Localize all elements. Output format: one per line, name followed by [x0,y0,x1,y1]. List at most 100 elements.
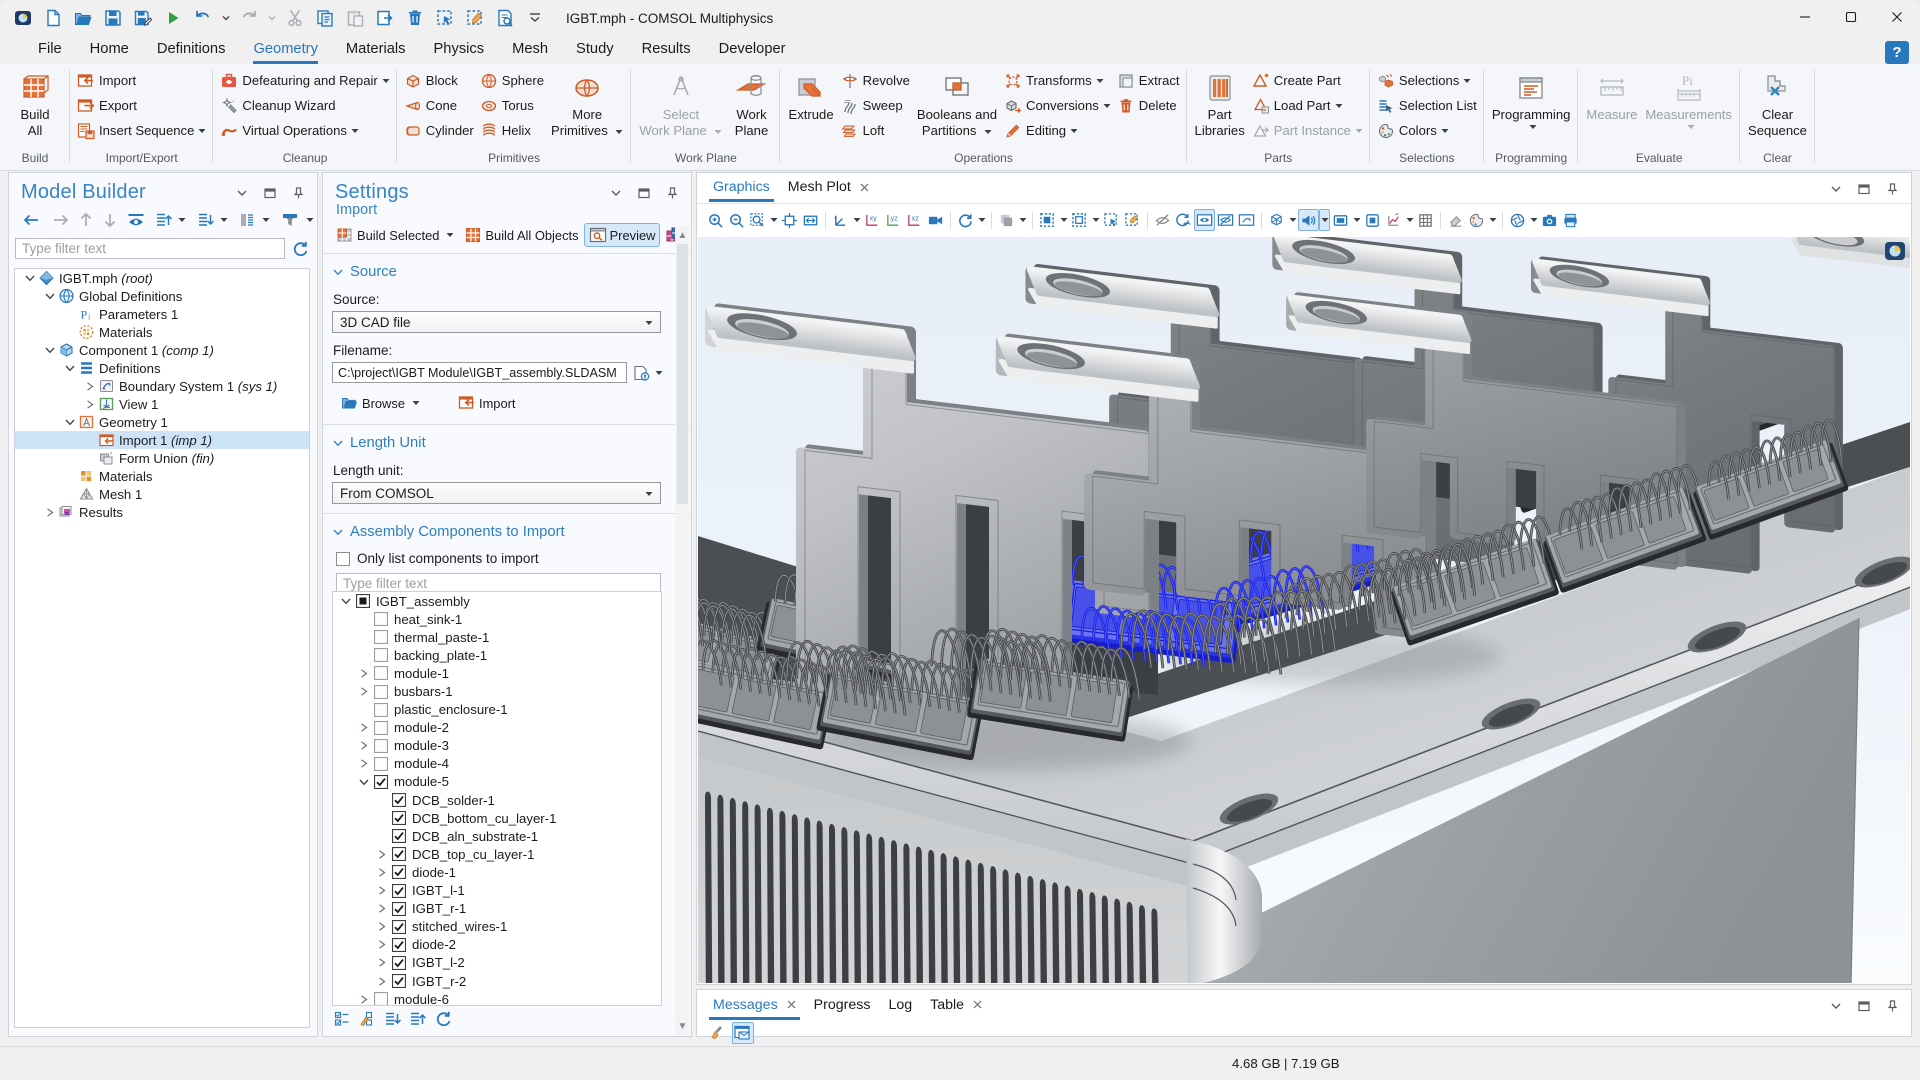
messages-tab-table[interactable]: Table [926,992,986,1020]
assembly-item-module-5[interactable]: module-5 [333,773,661,791]
scene-dropdown-icon[interactable] [1351,209,1362,231]
ribbon-button-sweep[interactable]: Sweep [838,93,913,118]
ribbon-button-select-work-plane[interactable]: SelectWork Plane [635,68,726,141]
checkbox-off[interactable] [374,685,388,699]
qat-more-icon[interactable] [520,4,550,32]
settings-pin-icon[interactable] [665,186,679,200]
columns-dd-icon[interactable] [261,210,275,230]
clear-broom-icon[interactable] [707,1022,728,1044]
assembly-item-igbt-l-1[interactable]: IGBT_l-1 [333,882,661,900]
messages-pin-icon[interactable] [1885,999,1899,1013]
ribbon-button-insert-sequence[interactable]: Insert Sequence [74,118,209,143]
view-xz-icon[interactable]: xz [904,209,925,231]
menu-tab-materials[interactable]: Materials [332,37,420,63]
ribbon-button-selection-list[interactable]: Selection List [1374,93,1480,118]
scene-icon[interactable] [1330,209,1351,231]
close-tab-icon[interactable] [973,1000,982,1009]
checkbox-off[interactable] [374,739,388,753]
model-builder-float-icon[interactable] [263,186,277,200]
import-button[interactable]: Import [453,391,521,415]
menu-tab-developer[interactable]: Developer [705,37,800,63]
collapse-arrow-icon[interactable] [61,418,78,426]
ribbon-button-delete[interactable]: Delete [1114,93,1183,118]
ribbon-button-clear-sequence[interactable]: ClearSequence [1744,68,1811,141]
ribbon-button-conversions[interactable]: Conversions [1001,93,1114,118]
move-up-icon[interactable] [75,210,97,230]
view-xy-icon[interactable]: xy [862,209,883,231]
ribbon-button-part-instance[interactable]: Part Instance [1249,118,1366,143]
expand-arrow-icon[interactable] [355,669,372,678]
collapse-arrow-icon[interactable] [61,364,78,372]
hide-sel-icon[interactable] [1152,209,1173,231]
messages-tab-log[interactable]: Log [884,992,916,1020]
assembly-item-igbt-r-2[interactable]: IGBT_r-2 [333,972,661,990]
ribbon-button-export[interactable]: Export [74,93,209,118]
menu-tab-results[interactable]: Results [628,37,705,63]
refresh-icon[interactable] [433,1009,453,1029]
messages-tab-messages[interactable]: Messages [709,992,800,1020]
section-assembly[interactable]: Assembly Components to Import [323,514,691,542]
show-icon[interactable] [123,210,149,230]
assembly-item-dcb-solder-1[interactable]: DCB_solder-1 [333,791,661,809]
settings-scrollbar[interactable]: ▲ ▼ [675,226,690,1035]
expand-arrow-icon[interactable] [41,508,58,517]
ribbon-button-revolve[interactable]: Revolve [838,68,913,93]
camera-view-icon[interactable] [925,209,946,231]
deselect-broom-icon[interactable] [1122,209,1143,231]
wireframe-icon[interactable] [1266,209,1287,231]
maximize-button[interactable] [1828,0,1874,34]
select-all-dropdown-icon[interactable] [1058,209,1069,231]
forward-icon[interactable] [47,210,73,230]
assembly-item-dcb-bottom-cu-layer-1[interactable]: DCB_bottom_cu_layer-1 [333,809,661,827]
print-icon[interactable] [1560,209,1581,231]
expand-arrow-icon[interactable] [373,940,390,949]
build-selected-button[interactable]: Build Selected [331,223,459,247]
expand-down-icon[interactable] [193,210,217,230]
only-list-checkbox-row[interactable]: Only list components to import [323,542,691,566]
checkbox-on[interactable] [392,920,406,934]
select-box-dropdown-icon[interactable] [1090,209,1101,231]
graphics-tab-graphics[interactable]: Graphics [709,174,774,202]
ribbon-button-sphere[interactable]: Sphere [477,68,547,93]
auto-open-icon[interactable] [732,1022,754,1044]
tree-item-import-1[interactable]: Import 1 (imp 1) [15,431,309,449]
ribbon-button-more-primitives[interactable]: MorePrimitives [547,68,627,141]
checkbox-on[interactable] [392,884,406,898]
model-builder-filter-input[interactable]: Type filter text [15,238,285,259]
expand-arrow-icon[interactable] [355,741,372,750]
redo-icon[interactable] [234,4,264,32]
expand-arrow-icon[interactable] [373,922,390,931]
new-icon[interactable] [38,4,68,32]
assembly-item-dcb-aln-substrate-1[interactable]: DCB_aln_substrate-1 [333,827,661,845]
checkbox-partial[interactable] [356,594,370,608]
menu-tab-physics[interactable]: Physics [420,37,499,63]
clear-box-icon[interactable] [460,4,490,32]
assembly-item-module-4[interactable]: module-4 [333,755,661,773]
expand-arrow-icon[interactable] [373,958,390,967]
assembly-item-module-1[interactable]: module-1 [333,664,661,682]
tree-item-form-union[interactable]: Form Union (fin) [15,449,309,467]
assembly-item-dcb-top-cu-layer-1[interactable]: DCB_top_cu_layer-1 [333,845,661,863]
checkbox-off[interactable] [374,703,388,717]
ribbon-button-colors[interactable]: Colors [1374,118,1480,143]
messages-chevron-down-icon[interactable] [1829,999,1843,1013]
grid-table-icon[interactable] [1415,209,1436,231]
menu-tab-definitions[interactable]: Definitions [143,37,240,63]
assembly-item-igbt-assembly[interactable]: IGBT_assembly [333,592,661,610]
save-as-icon[interactable] [128,4,158,32]
eraser-icon[interactable] [1445,209,1466,231]
preview-button[interactable]: Preview [584,223,661,247]
ribbon-button-build-all[interactable]: BuildAll [10,68,60,141]
tree-item-component-1[interactable]: Component 1 (comp 1) [15,341,309,359]
assembly-item-module-6[interactable]: module-6 [333,990,661,1006]
open-icon[interactable] [68,4,98,32]
view-yz-icon[interactable]: yz [883,209,904,231]
section-length-unit[interactable]: Length Unit [323,425,691,453]
only-list-checkbox[interactable] [336,552,350,566]
ribbon-button-programming[interactable]: Programming [1488,68,1575,132]
menu-tab-geometry[interactable]: Geometry [239,37,331,63]
show-sel-icon[interactable] [1194,209,1215,231]
ribbon-button-cone[interactable]: Cone [401,93,477,118]
select-box-icon[interactable] [1069,209,1090,231]
ribbon-button-import[interactable]: Import [74,68,209,93]
